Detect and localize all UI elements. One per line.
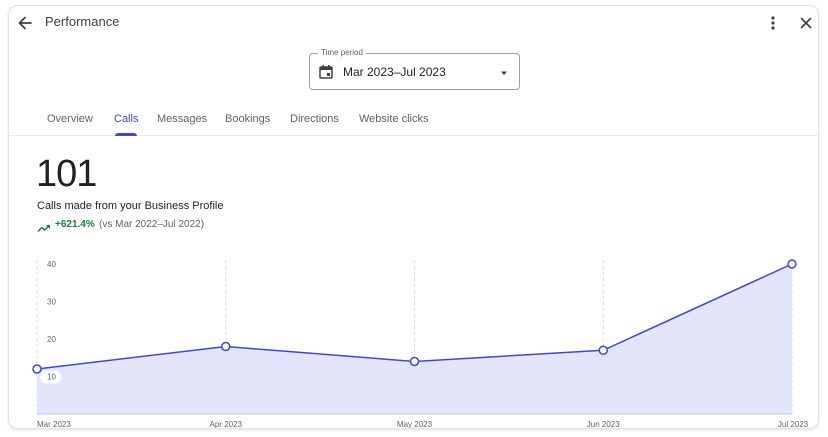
data-point[interactable] [221, 341, 231, 352]
x-tick-label: Mar 2023 [37, 420, 71, 429]
metric-value: 101 [36, 153, 97, 195]
dropdown-arrow-icon [498, 66, 510, 78]
y-tick-label: 40 [47, 260, 56, 269]
performance-panel: Performance Time period Mar 2023–Jul 202… [8, 5, 819, 429]
close-icon[interactable] [795, 12, 817, 34]
time-period-select[interactable]: Time period Mar 2023–Jul 2023 [309, 47, 520, 90]
calls-area-chart: 10 20 30 40 Mar 2023 Apr 2023 May 2023 Jun 2023… [32, 259, 809, 429]
comparison-period: (vs Mar 2022–Jul 2022) [99, 219, 205, 230]
x-tick-label: May 2023 [397, 420, 433, 429]
y-tick-label: 10 [47, 373, 56, 382]
data-point[interactable] [32, 364, 42, 374]
change-percent: +621.4% [55, 219, 95, 230]
tab-website-clicks[interactable]: Website clicks [359, 113, 428, 125]
time-period-label: Time period [318, 47, 366, 59]
tab-bookings[interactable]: Bookings [225, 113, 270, 125]
more-vert-icon[interactable] [763, 12, 783, 34]
x-tick-label: Apr 2023 [210, 420, 243, 429]
data-point[interactable] [787, 259, 797, 269]
tab-messages[interactable]: Messages [157, 113, 207, 125]
calendar-icon [318, 64, 334, 80]
trending-up-icon [37, 220, 51, 233]
time-period-value: Mar 2023–Jul 2023 [343, 65, 446, 79]
metric-tabs: Overview Calls Messages Bookings Directi… [9, 106, 818, 136]
arrow-back-icon[interactable] [14, 12, 36, 34]
data-point[interactable] [409, 356, 420, 367]
y-tick-label: 30 [47, 298, 56, 307]
tab-calls[interactable]: Calls [114, 113, 138, 125]
metric-label: Calls made from your Business Profile [37, 200, 224, 212]
panel-header: Performance [9, 6, 818, 40]
y-tick-label: 20 [47, 335, 56, 344]
tab-overview[interactable]: Overview [47, 113, 93, 125]
x-tick-label: Jul 2023 [778, 420, 809, 429]
active-tab-indicator [115, 133, 137, 136]
page-title: Performance [45, 14, 120, 29]
x-tick-label: Jun 2023 [587, 420, 620, 429]
tab-directions[interactable]: Directions [290, 113, 339, 125]
data-point[interactable] [598, 345, 608, 355]
